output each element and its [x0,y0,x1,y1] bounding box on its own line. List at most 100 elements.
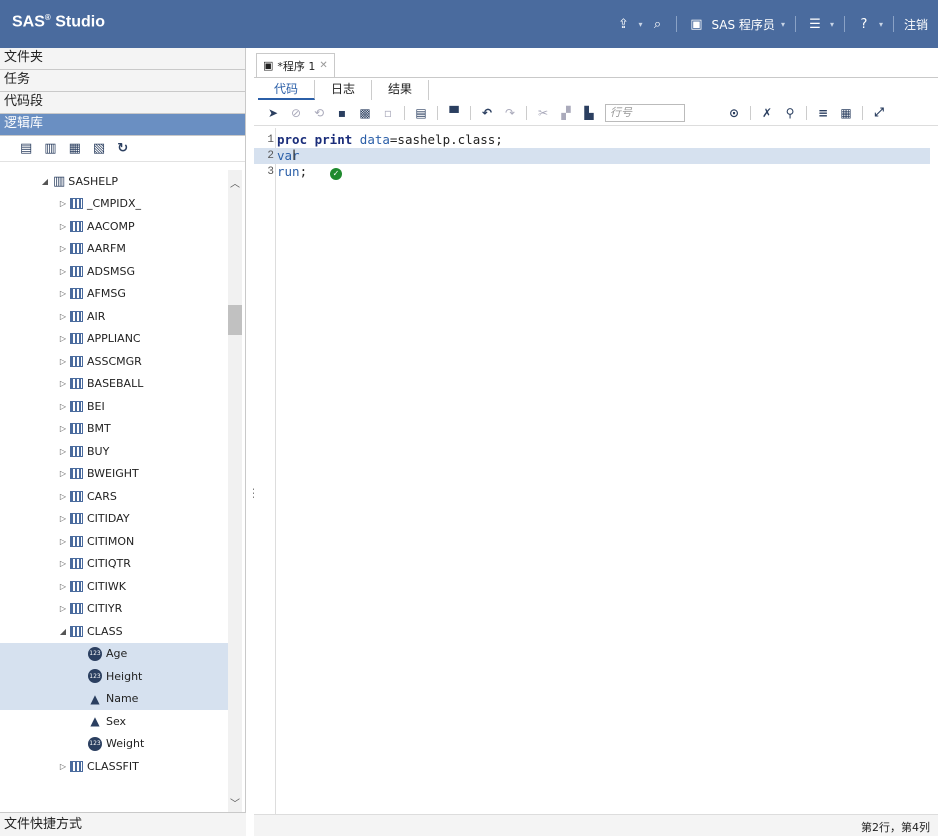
nav-folders[interactable]: 文件夹 [0,48,245,70]
tree-item-table[interactable]: ▷ BUY [0,440,228,463]
expand-icon[interactable]: ▷ [58,289,68,298]
scroll-up-icon[interactable]: ︿ [228,178,242,192]
library-properties-icon[interactable]: ▥ [44,141,56,156]
refresh-icon[interactable]: ↻ [117,141,128,156]
chevron-down-icon[interactable]: ▾ [781,20,785,29]
nav-libraries[interactable]: 逻辑库 [0,114,245,136]
save-as-icon[interactable]: ▩ [358,106,372,120]
chevron-down-icon[interactable]: ▾ [830,20,834,29]
tree-vertical-scrollbar[interactable]: ︿ ﹀ [228,170,242,812]
line-number-input[interactable]: 行号 [605,103,685,122]
tree-item-table[interactable]: ▷ CITIWK [0,575,228,598]
tree-item-table[interactable]: ▷ CITIQTR [0,553,228,576]
expand-icon[interactable]: ▷ [58,357,68,366]
email-icon[interactable]: ▤ [414,106,428,120]
code-editor[interactable]: 1 proc print data=sashelp.class; 2 var 3 run… [254,128,938,814]
undo-icon[interactable]: ↶ [480,106,494,120]
tree-item-table[interactable]: ◢ CLASS [0,620,228,643]
expand-icon[interactable]: ▷ [58,222,68,231]
maximize-icon[interactable]: ⤢ [872,105,886,120]
view-table-icon[interactable]: ▧ [93,141,105,156]
delete-icon[interactable]: ▦ [69,141,81,156]
tree-item-column[interactable]: ▲ Name [0,687,228,710]
code-line[interactable]: 2 var [254,148,930,164]
perspective-icon[interactable]: ▣ [687,15,705,33]
redo-icon[interactable]: ↷ [503,106,517,120]
print-icon[interactable]: ▀ [447,106,461,120]
tree-item-library[interactable]: ◢ ▥ SASHELP [0,170,228,193]
close-icon[interactable]: ✕ [319,60,327,71]
tree-item-table[interactable]: ▷ CITIYR [0,598,228,621]
expand-icon[interactable]: ▷ [58,312,68,321]
save-icon[interactable]: ▪ [335,106,349,120]
expand-icon[interactable]: ▷ [58,244,68,253]
expand-icon[interactable]: ▷ [58,402,68,411]
code-line[interactable]: 3 run; [254,164,930,180]
nav-snippets[interactable]: 代码段 [0,92,245,114]
collapse-icon[interactable]: ◢ [58,627,68,636]
expand-icon[interactable]: ▷ [58,447,68,456]
expand-icon[interactable]: ▷ [58,582,68,591]
expand-icon[interactable]: ▷ [58,492,68,501]
chevron-down-icon[interactable]: ▾ [638,20,642,29]
user-menu[interactable]: SAS 程序员 [711,16,774,33]
tree-item-table[interactable]: ▷ CARS [0,485,228,508]
find-icon[interactable]: ⚲ [783,106,797,120]
menu-icon[interactable]: ☰ [806,15,824,33]
expand-icon[interactable]: ▷ [58,334,68,343]
clear-icon[interactable]: ✗ [760,106,774,120]
snippet-icon[interactable]: ▦ [839,106,853,120]
history-icon[interactable]: ⟲ [312,106,326,120]
help-icon[interactable]: ? [855,15,873,33]
run-icon[interactable]: ➤ [266,106,280,120]
tree-item-table[interactable]: ▷ AACOMP [0,215,228,238]
tree-item-table[interactable]: ▷ CITIMON [0,530,228,553]
tab-results[interactable]: 结果 [372,80,430,100]
tab-code[interactable]: 代码 [258,80,316,100]
cut-icon[interactable]: ✂ [536,106,550,120]
expand-icon[interactable]: ▷ [58,559,68,568]
code-line[interactable]: 1 proc print data=sashelp.class; [254,132,930,148]
chevron-down-icon[interactable]: ▾ [879,20,883,29]
stop-icon[interactable]: ⊘ [289,106,303,120]
expand-icon[interactable]: ▷ [58,762,68,771]
expand-icon[interactable]: ▷ [58,469,68,478]
tree-item-table[interactable]: ▷ _CMPIDX_ [0,193,228,216]
tree-item-table[interactable]: ▷ AIR [0,305,228,328]
expand-icon[interactable]: ▷ [58,604,68,613]
expand-icon[interactable]: ▷ [58,379,68,388]
tree-item-table[interactable]: ▷ ADSMSG [0,260,228,283]
tree-item-table[interactable]: ▷ AFMSG [0,283,228,306]
expand-icon[interactable]: ▷ [58,267,68,276]
nav-file-shortcuts[interactable]: 文件快捷方式 [0,812,246,836]
format-icon[interactable]: ≡ [816,106,830,120]
tree-item-table[interactable]: ▷ BWEIGHT [0,463,228,486]
new-library-icon[interactable]: ▤ [20,141,32,156]
copy-icon[interactable]: ▞ [559,106,573,120]
expand-icon[interactable]: ▷ [58,537,68,546]
tree-item-table[interactable]: ▷ AARFM [0,238,228,261]
tree-item-table[interactable]: ▷ CITIDAY [0,508,228,531]
tree-item-column[interactable]: 123 Age [0,642,228,665]
tree-item-table[interactable]: ▷ BASEBALL [0,373,228,396]
tree-item-table[interactable]: ▷ CLASSFIT [0,755,228,778]
pane-splitter[interactable]: ⋮ [246,48,260,836]
go-icon[interactable]: ⊙ [727,106,741,120]
search-icon[interactable]: ⌕ [648,15,666,33]
tree-item-table[interactable]: ▷ BMT [0,418,228,441]
expand-icon[interactable]: ▷ [58,424,68,433]
paste-icon[interactable]: ▙ [582,106,596,120]
tree-item-column[interactable]: ▲ Sex [0,710,228,733]
tree-item-column[interactable]: 123 Height [0,665,228,688]
expand-icon[interactable]: ▷ [58,514,68,523]
tree-item-table[interactable]: ▷ APPLIANC [0,328,228,351]
new-icon[interactable]: ⇪ [614,15,632,33]
export-icon[interactable]: ▫ [381,106,395,120]
tree-item-column[interactable]: 123 Weight [0,733,228,756]
tab-log[interactable]: 日志 [315,80,373,100]
scroll-thumb[interactable] [228,305,242,335]
expand-icon[interactable]: ▷ [58,199,68,208]
tree-item-table[interactable]: ▷ ASSCMGR [0,350,228,373]
signout-link[interactable]: 注销 [904,16,928,33]
nav-tasks[interactable]: 任务 [0,70,245,92]
